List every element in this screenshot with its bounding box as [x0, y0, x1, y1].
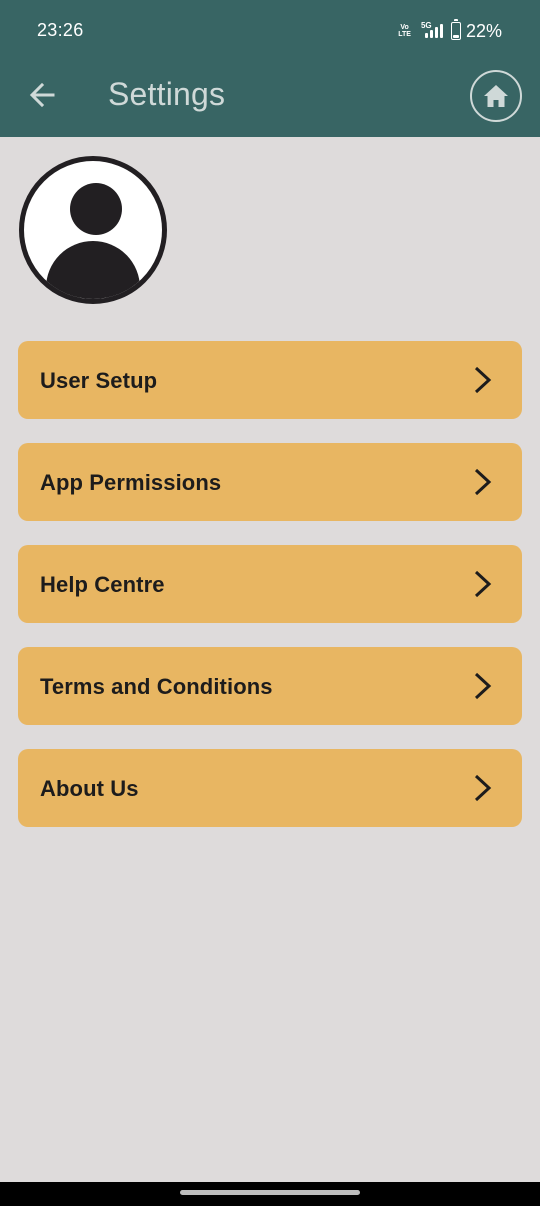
status-icons: Vo LTE 5G 22% [398, 19, 502, 43]
gesture-handle[interactable] [180, 1190, 360, 1195]
battery-icon [450, 19, 461, 40]
chevron-right-icon [474, 570, 492, 598]
menu-item-label: Terms and Conditions [40, 674, 273, 699]
arrow-left-icon [29, 82, 55, 108]
chevron-right-icon [474, 672, 492, 700]
volte-icon: Vo LTE [398, 24, 411, 38]
system-nav-bar [0, 1182, 540, 1206]
header: 23:26 Vo LTE 5G 22% Settings [0, 0, 540, 137]
back-button[interactable] [22, 75, 62, 115]
menu-item-label: About Us [40, 776, 139, 801]
page-title: Settings [108, 76, 226, 112]
menu-item-app-permissions[interactable]: App Permissions [18, 443, 522, 521]
menu-item-label: App Permissions [40, 470, 222, 495]
status-time: 23:26 [37, 20, 84, 40]
settings-menu: User Setup App Permissions Help Centre T… [18, 341, 522, 851]
home-button[interactable] [470, 70, 522, 122]
menu-item-terms-and-conditions[interactable]: Terms and Conditions [18, 647, 522, 725]
status-bar: 23:26 Vo LTE 5G 22% [0, 0, 540, 62]
signal-icon: 5G [421, 22, 445, 40]
user-avatar-icon [70, 183, 122, 235]
menu-item-label: User Setup [40, 368, 158, 393]
home-icon [484, 85, 508, 107]
chevron-right-icon [474, 468, 492, 496]
battery-percentage: 22% [465, 20, 502, 41]
settings-screen: 23:26 Vo LTE 5G 22% Settings User Setup … [0, 0, 540, 1206]
profile-avatar[interactable] [19, 156, 167, 304]
menu-item-user-setup[interactable]: User Setup [18, 341, 522, 419]
menu-item-about-us[interactable]: About Us [18, 749, 522, 827]
chevron-right-icon [474, 366, 492, 394]
chevron-right-icon [474, 774, 492, 802]
menu-item-help-centre[interactable]: Help Centre [18, 545, 522, 623]
menu-item-label: Help Centre [40, 572, 165, 597]
app-bar: Settings [0, 62, 540, 137]
